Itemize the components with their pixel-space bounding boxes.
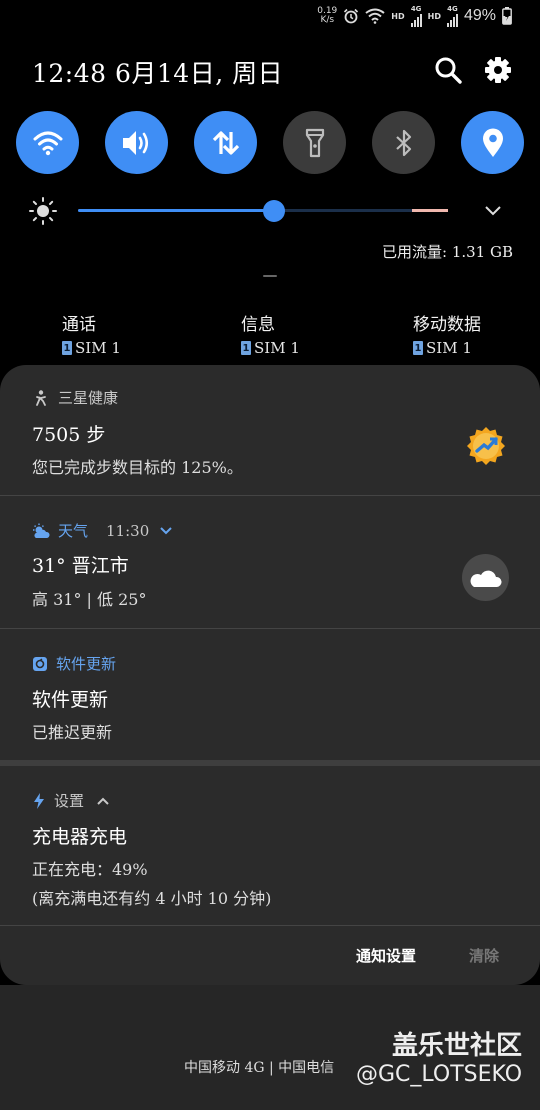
sim-mobile-data-title: 移动数据 bbox=[413, 315, 481, 335]
notification-title: 软件更新 bbox=[32, 689, 109, 711]
quick-settings bbox=[16, 111, 524, 174]
notification-text: 已推迟更新 bbox=[32, 723, 113, 742]
brightness-slider-thumb[interactable] bbox=[263, 200, 285, 222]
sim-mobile-data[interactable]: 移动数据 1 SIM 1 bbox=[413, 310, 481, 357]
signal-icon bbox=[410, 13, 422, 27]
alarm-icon bbox=[344, 8, 359, 24]
sim-badge: 1 bbox=[241, 341, 251, 355]
notification-app-name: 设置 bbox=[54, 792, 85, 810]
sound-toggle[interactable] bbox=[105, 111, 168, 174]
chevron-up-icon[interactable] bbox=[96, 796, 110, 806]
notification-settings-button[interactable]: 通知设置 bbox=[356, 945, 416, 966]
notification-title: 31° 晋江市 bbox=[32, 555, 129, 577]
notification-panel: 三星健康 7505 步 您已完成步数目标的 125%。 天气 11:30 31°… bbox=[0, 365, 540, 985]
notification-text-line1: 正在充电：49% bbox=[32, 860, 148, 879]
bluetooth-icon bbox=[395, 129, 411, 156]
gear-icon[interactable] bbox=[483, 55, 513, 85]
sim-label: SIM 1 bbox=[426, 339, 472, 357]
brightness-slider[interactable] bbox=[78, 200, 448, 222]
chevron-down-icon[interactable] bbox=[159, 526, 173, 536]
notification-charging[interactable]: 设置 充电器充电 正在充电：49% (离充满电还有约 4 小时 10 分钟) bbox=[0, 766, 540, 926]
brightness-slider-end bbox=[412, 209, 448, 212]
notification-app-name: 三星健康 bbox=[58, 389, 119, 407]
status-bar: 0.19 K/s HD 4G HD 4G 49% bbox=[317, 4, 512, 28]
location-pin-icon bbox=[482, 128, 503, 157]
notification-app-row: 三星健康 bbox=[32, 387, 118, 408]
sim-calls[interactable]: 通话 1 SIM 1 bbox=[62, 310, 121, 357]
notification-app-row: 软件更新 bbox=[32, 653, 116, 674]
volume-icon bbox=[122, 130, 148, 155]
wifi-icon bbox=[365, 8, 385, 24]
notification-text: 您已完成步数目标的 125%。 bbox=[32, 458, 243, 477]
health-runner-icon bbox=[36, 389, 46, 406]
hd-label-2: HD bbox=[427, 11, 441, 21]
net-type-1: 4G bbox=[410, 5, 422, 13]
brightness-control bbox=[28, 196, 518, 226]
bluetooth-toggle[interactable] bbox=[372, 111, 435, 174]
lightning-icon bbox=[34, 792, 44, 809]
signal-1: 4G bbox=[410, 5, 422, 27]
notification-title: 充电器充电 bbox=[32, 826, 128, 848]
wifi-toggle[interactable] bbox=[16, 111, 79, 174]
notification-app-name: 天气 bbox=[58, 522, 89, 540]
sim-calls-title: 通话 bbox=[62, 315, 96, 335]
notification-software-update[interactable]: 软件更新 软件更新 已推迟更新 bbox=[0, 629, 540, 759]
data-usage-text: 已用流量: 1.31 GB bbox=[382, 243, 513, 261]
sim-label: SIM 1 bbox=[254, 339, 300, 357]
sim-badge: 1 bbox=[413, 341, 423, 355]
drag-handle[interactable] bbox=[263, 275, 277, 277]
divider bbox=[0, 925, 540, 926]
signal-icon bbox=[446, 13, 458, 27]
sim-messages-title: 信息 bbox=[241, 315, 275, 335]
sim-messages[interactable]: 信息 1 SIM 1 bbox=[241, 310, 300, 357]
net-type-2: 4G bbox=[447, 5, 458, 13]
carrier-text: 中国移动 4G | 中国电信 bbox=[184, 1060, 335, 1076]
notification-app-row: 设置 bbox=[32, 790, 110, 811]
sim-badge: 1 bbox=[62, 341, 72, 355]
chevron-down-icon[interactable] bbox=[483, 204, 503, 218]
hd-label-1: HD bbox=[391, 11, 405, 21]
notification-title: 7505 步 bbox=[32, 424, 106, 446]
battery-charging-icon bbox=[502, 7, 512, 25]
battery-percent: 49% bbox=[463, 7, 496, 24]
net-speed: 0.19 K/s bbox=[317, 7, 337, 25]
watermark-title: 盖乐世社区 bbox=[392, 1031, 523, 1061]
weather-sun-cloud-icon bbox=[33, 523, 50, 538]
notification-text: 高 31° | 低 25° bbox=[32, 590, 147, 609]
notification-weather[interactable]: 天气 11:30 31° 晋江市 高 31° | 低 25° bbox=[0, 496, 540, 628]
weather-cloud-icon bbox=[462, 554, 509, 601]
search-icon[interactable] bbox=[433, 55, 463, 85]
flashlight-icon bbox=[305, 128, 324, 157]
software-update-icon bbox=[33, 656, 47, 671]
sim-label: SIM 1 bbox=[75, 339, 121, 357]
notification-app-name: 软件更新 bbox=[56, 655, 117, 673]
notification-time: 11:30 bbox=[106, 521, 150, 540]
signal-2: 4G bbox=[446, 5, 458, 27]
brightness-slider-fill bbox=[78, 209, 274, 212]
health-badge-icon bbox=[467, 427, 505, 465]
net-speed-unit: K/s bbox=[320, 15, 335, 25]
location-toggle[interactable] bbox=[461, 111, 524, 174]
mobile-data-toggle[interactable] bbox=[194, 111, 257, 174]
clear-button[interactable]: 清除 bbox=[469, 945, 499, 966]
flashlight-toggle[interactable] bbox=[283, 111, 346, 174]
date-time: 12:48 6月14日, 周日 bbox=[32, 59, 284, 88]
notification-app-row: 天气 11:30 bbox=[32, 520, 173, 541]
watermark-handle: @GC_LOTSEKO bbox=[356, 1062, 523, 1087]
notification-health[interactable]: 三星健康 7505 步 您已完成步数目标的 125%。 bbox=[0, 365, 540, 495]
wifi-icon bbox=[33, 131, 62, 155]
brightness-icon bbox=[29, 197, 57, 225]
notification-text-line2: (离充满电还有约 4 小时 10 分钟) bbox=[32, 889, 272, 908]
data-transfer-icon bbox=[212, 130, 239, 155]
